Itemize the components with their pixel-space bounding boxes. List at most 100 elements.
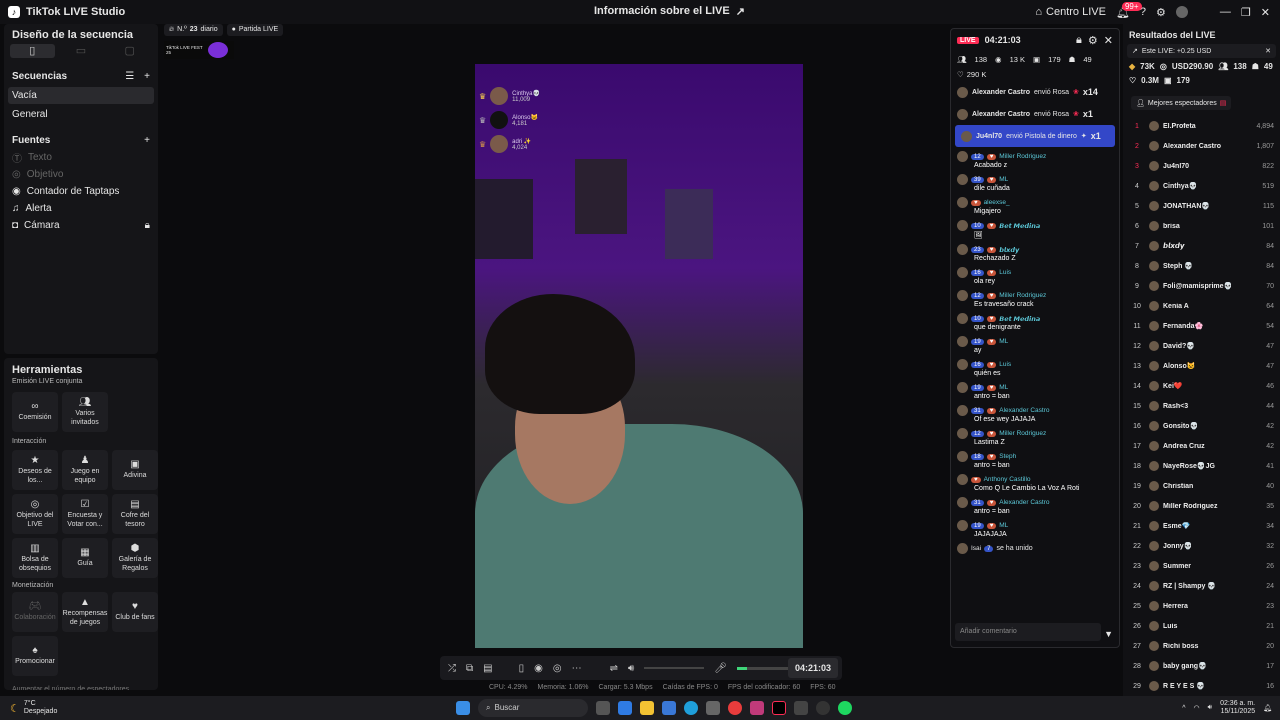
gear-icon[interactable]: ⚙ (1156, 6, 1166, 19)
leaderboard-row[interactable]: 6 brisa 101 (1123, 216, 1280, 236)
split-option[interactable]: ▢ (107, 44, 152, 58)
leaderboard-row[interactable]: 5 JONATHAN💀 115 (1123, 196, 1280, 216)
export-icon[interactable]: ▤ (1220, 99, 1227, 107)
chat-username[interactable]: 𝘽𝙚𝙩 𝙈𝙚𝙙𝙞𝙣𝙖 (999, 222, 1040, 230)
leaderboard-row[interactable]: 7 𝙗𝙡𝙭𝙙𝙮 84 (1123, 236, 1280, 256)
volume-slider[interactable] (644, 667, 705, 669)
chat-username[interactable]: Luis (999, 269, 1011, 276)
edge-icon[interactable] (684, 701, 698, 715)
leaderboard-row[interactable]: 21 Esme💎 34 (1123, 516, 1280, 536)
mixer-icon[interactable]: ⇌ (610, 663, 618, 674)
tool-icon[interactable] (794, 701, 808, 715)
windows-start-icon[interactable] (456, 701, 470, 715)
caption-icon[interactable]: ▤ (483, 663, 492, 674)
notification-icon[interactable]: 🔔︎ (1263, 704, 1272, 712)
centro-live-button[interactable]: ⌂ Centro LIVE (1035, 6, 1106, 18)
guess-tool[interactable]: ▣ Adivina (112, 450, 158, 490)
sequence-item[interactable]: Vacía (8, 87, 154, 104)
chat-username[interactable]: Steph (999, 453, 1016, 460)
weather-widget[interactable]: ☾ 7°C Despejado (0, 700, 120, 716)
chat-username[interactable]: Miller Rodriguez (999, 292, 1046, 299)
leaderboard-row[interactable]: 9 Foli@mamisprime💀 70 (1123, 276, 1280, 296)
layers-icon[interactable]: ⧉ (466, 663, 473, 674)
clock[interactable]: 02:36 a. m. 15/11/2025 (1220, 700, 1255, 716)
leaderboard-row[interactable]: 26 Luis 21 (1123, 616, 1280, 636)
close-icon[interactable]: ✕ (1265, 47, 1271, 55)
team-game-tool[interactable]: ♟ Juego en equipo (62, 450, 108, 490)
phone-icon[interactable]: ▯ (519, 663, 525, 674)
wishes-tool[interactable]: ★ Deseos de los... (12, 450, 58, 490)
best-viewers-tab[interactable]: 👤︎ Mejores espectadores ▤ (1131, 96, 1232, 110)
search-box[interactable]: ⌕ Buscar (478, 699, 588, 717)
app2-icon[interactable] (816, 701, 830, 715)
landscape-option[interactable]: ▭ (59, 44, 104, 58)
leaderboard-row[interactable]: 23 Summer 26 (1123, 556, 1280, 576)
opera-icon[interactable] (728, 701, 742, 715)
leaderboard-row[interactable]: 22 Jonny💀 32 (1123, 536, 1280, 556)
chat-username[interactable]: Miller Rodriguez (999, 430, 1046, 437)
leaderboard-row[interactable]: 29 R E Y E S 💀 16 (1123, 676, 1280, 696)
leaderboard-row[interactable]: 25 Herrera 23 (1123, 596, 1280, 616)
leaderboard-row[interactable]: 19 Christian 40 (1123, 476, 1280, 496)
leaderboard-row[interactable]: 11 Fernanda🌸 54 (1123, 316, 1280, 336)
file-explorer-icon[interactable] (640, 701, 654, 715)
source-item-taptaps[interactable]: ◉ Contador de Taptaps (4, 183, 158, 200)
leaderboard-row[interactable]: 12 David?💀 47 (1123, 336, 1280, 356)
notifications-button[interactable]: 🔔︎ 99+ (1116, 1, 1142, 19)
leaderboard-row[interactable]: 4 Cinthya💀 519 (1123, 176, 1280, 196)
chat-username[interactable]: ML (999, 338, 1008, 345)
leaderboard-row[interactable]: 16 Gonsito💀 42 (1123, 416, 1280, 436)
chat-username[interactable]: Luis (999, 361, 1011, 368)
leaderboard-row[interactable]: 10 Kenia A 64 (1123, 296, 1280, 316)
guide-tool[interactable]: ▦ Guía (62, 538, 108, 578)
chat-username[interactable]: Alexander Castro (999, 407, 1049, 414)
chat-username[interactable]: aleexse_ (984, 199, 1010, 206)
chat-username[interactable]: 𝘽𝙚𝙩 𝙈𝙚𝙙𝙞𝙣𝙖 (999, 315, 1040, 323)
leaderboard-row[interactable]: 20 Miller Rodriguez 35 (1123, 496, 1280, 516)
game-rewards-tool[interactable]: ▲ Recompensas de juegos (62, 592, 108, 632)
poll-tool[interactable]: ☑ Encuesta y Votar con... (62, 494, 108, 534)
wifi-icon[interactable]: ◠ (1194, 704, 1200, 712)
maximize-button[interactable]: ❐ (1241, 6, 1251, 19)
leaderboard-row[interactable]: 2 Alexander Castro 1,807 (1123, 136, 1280, 156)
avatar[interactable] (1175, 6, 1188, 18)
comment-input[interactable]: Añadir comentario (955, 623, 1101, 641)
live-info-title[interactable]: Información sobre el LIVE ↗ (594, 5, 745, 18)
coemission-tool[interactable]: ∞ Coemisión (12, 392, 58, 432)
live-match-badge[interactable]: ● Partida LIVE (226, 24, 284, 36)
leaderboard-row[interactable]: 28 baby gang💀 17 (1123, 656, 1280, 676)
tiktok-live-icon[interactable] (772, 701, 786, 715)
portrait-option[interactable]: ▯ (10, 44, 55, 58)
app-f-icon[interactable] (750, 701, 764, 715)
chat-username[interactable]: ML (999, 384, 1008, 391)
leaderboard-row[interactable]: 24 RZ | Shampy 💀 24 (1123, 576, 1280, 596)
close-button[interactable]: ✕ (1261, 6, 1270, 19)
gift-gallery-tool[interactable]: ⬢ Galería de Regalos (112, 538, 158, 578)
leaderboard-row[interactable]: 17 Andrea Cruz 42 (1123, 436, 1280, 456)
leaderboard-row[interactable]: 18 NayeRose💀JG 41 (1123, 456, 1280, 476)
leaderboard-row[interactable]: 15 Rash<3 44 (1123, 396, 1280, 416)
minimize-button[interactable]: — (1220, 6, 1231, 18)
leaderboard-row[interactable]: 14 Kei❤️ 46 (1123, 376, 1280, 396)
close-icon[interactable]: ✕ (1104, 34, 1113, 47)
lock-icon[interactable]: 🔒︎ (1076, 34, 1082, 47)
speaker-icon[interactable]: 🔊︎ (1208, 704, 1212, 712)
live-fest-banner[interactable]: TikTok LIVE FEST 25 (164, 41, 234, 59)
source-item-objetivo[interactable]: ◎ Objetivo (4, 166, 158, 183)
gift-bag-tool[interactable]: ▥ Bolsa de obsequios (12, 538, 58, 578)
stream-preview[interactable]: ♛ Cinthya💀 11,009 ♛ Alonso😺 4,181 ♛ adri ✨… (475, 64, 803, 648)
leaderboard-row[interactable]: 27 Richi boss 20 (1123, 636, 1280, 656)
chat-username[interactable]: Anthony Castillo (984, 476, 1031, 483)
task-view-icon[interactable] (596, 701, 610, 715)
mail-icon[interactable] (662, 701, 676, 715)
record-icon[interactable]: ◉ (534, 663, 543, 674)
leaderboard-row[interactable]: 1 El.Profeta 4,894 (1123, 116, 1280, 136)
copilot-icon[interactable] (618, 701, 632, 715)
add-source-button[interactable]: + (144, 135, 150, 146)
speaker-icon[interactable]: 🔊︎ (628, 663, 634, 674)
chat-username[interactable]: 𝙗𝙡𝙭𝙙𝙮 (999, 246, 1019, 254)
chevron-up-icon[interactable]: ^ (1182, 705, 1185, 712)
fan-club-tool[interactable]: ♥ Club de fans (112, 592, 158, 632)
sequence-item[interactable]: General (4, 106, 158, 123)
spotify-icon[interactable] (838, 701, 852, 715)
